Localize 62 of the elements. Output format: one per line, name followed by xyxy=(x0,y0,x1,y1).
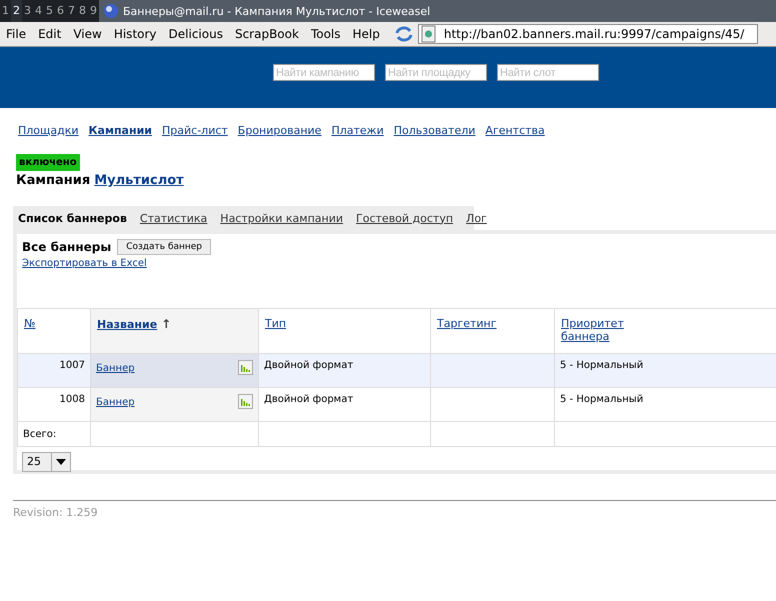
banner-link[interactable]: Баннер xyxy=(96,363,135,374)
browser-logo-icon xyxy=(103,3,119,19)
menu-item[interactable]: Delicious xyxy=(162,27,229,41)
workspace-number[interactable]: 9 xyxy=(88,0,99,22)
workspace-number[interactable]: 1 xyxy=(0,0,11,22)
bar-chart-icon[interactable] xyxy=(238,360,253,375)
column-header-link[interactable]: Тип xyxy=(265,317,286,330)
campaign-link[interactable]: Мультислот xyxy=(94,173,184,188)
search-field[interactable]: Найти слот xyxy=(497,64,599,81)
nav-link[interactable]: Кампании xyxy=(88,124,152,137)
status-badge: включено xyxy=(16,154,80,171)
window-title: Баннеры@mail.ru - Кампания Мультислот - Iceweasel xyxy=(123,4,430,18)
workspace-number[interactable]: 5 xyxy=(44,0,55,22)
tab[interactable]: Список баннеров xyxy=(18,212,127,224)
table-cell-text: Двойной формат xyxy=(264,394,354,405)
workspace-number[interactable]: 8 xyxy=(77,0,88,22)
sort-arrow: ↑ xyxy=(161,317,172,331)
workspace-number[interactable]: 6 xyxy=(55,0,66,22)
column-header-link[interactable]: Приоритет баннера xyxy=(561,317,631,343)
panel-title: Все баннеры xyxy=(22,240,112,254)
export-link[interactable]: Экспортировать в Excel xyxy=(17,255,776,308)
page-size-select[interactable]: 25 xyxy=(22,452,71,472)
table-cell-text: Двойной формат xyxy=(264,360,354,371)
search-field[interactable]: Найти площадку xyxy=(385,64,487,81)
column-header-link[interactable]: Название xyxy=(97,318,158,331)
workspace-number[interactable]: 7 xyxy=(66,0,77,22)
column-header-link[interactable]: № xyxy=(24,317,36,330)
reload-icon[interactable] xyxy=(394,25,414,43)
nav-link[interactable]: Площадки xyxy=(18,124,79,137)
nav-link[interactable]: Пользователи xyxy=(394,124,476,137)
revision-text: Revision: 1.259 xyxy=(13,506,98,519)
nav-link[interactable]: Прайс-лист xyxy=(162,124,228,137)
tab[interactable]: Лог xyxy=(466,212,487,224)
table-cell-text: 5 - Нормальный xyxy=(560,360,644,371)
total-label: Всего: xyxy=(23,428,56,440)
page-icon xyxy=(420,25,438,43)
tab[interactable]: Гостевой доступ xyxy=(356,212,454,224)
bar-chart-icon[interactable] xyxy=(238,394,253,409)
tab[interactable]: Статистика xyxy=(140,212,208,224)
campaign-title: Кампания xyxy=(16,173,90,188)
table-cell: 1008 xyxy=(18,388,90,422)
menu-item[interactable]: Edit xyxy=(32,27,68,41)
workspace-number[interactable]: 4 xyxy=(33,0,44,22)
nav-link[interactable]: Платежи xyxy=(331,124,384,137)
search-field[interactable]: Найти кампанию xyxy=(273,64,375,81)
address-field[interactable]: http://ban02.banners.mail.ru:9997/campaigns/45/ xyxy=(418,24,758,44)
banner-link[interactable]: Баннер xyxy=(96,397,135,408)
menu-item[interactable]: View xyxy=(67,27,108,41)
menu-item[interactable]: ScrapBook xyxy=(228,27,305,41)
menu-item[interactable]: Tools xyxy=(304,27,346,41)
workspace-number[interactable]: 2 xyxy=(11,0,22,22)
table-cell: 1007 xyxy=(18,354,90,388)
column-header-link[interactable]: Таргетинг xyxy=(437,317,497,330)
create-banner-button[interactable]: Создать баннер xyxy=(117,239,212,255)
tab[interactable]: Настройки кампании xyxy=(220,212,344,224)
workspace-number[interactable]: 3 xyxy=(22,0,33,22)
menu-item[interactable]: File xyxy=(0,27,32,41)
menu-item[interactable]: Help xyxy=(346,27,386,41)
nav-link[interactable]: Бронирование xyxy=(238,124,322,137)
table-cell-text: 5 - Нормальный xyxy=(560,394,644,405)
nav-link[interactable]: Агентства xyxy=(485,124,545,137)
menu-item[interactable]: History xyxy=(108,27,163,41)
